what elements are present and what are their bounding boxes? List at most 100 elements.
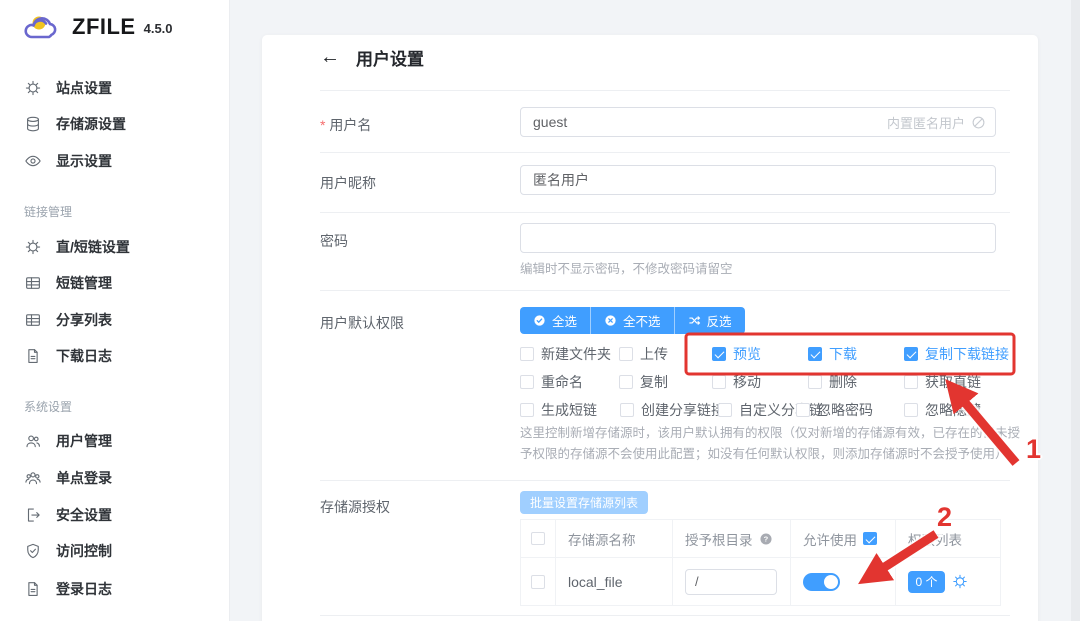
- sidebar-item-shortlink-management[interactable]: 短链管理: [24, 265, 112, 301]
- perm-count-badge[interactable]: 0 个: [908, 571, 945, 593]
- sidebar-item-label: 短链管理: [56, 273, 112, 293]
- sidebar-item-sso[interactable]: 单点登录: [24, 460, 112, 496]
- perm-new-folder[interactable]: 新建文件夹: [520, 344, 611, 364]
- sidebar-item-label: 访问控制: [56, 541, 112, 561]
- users-icon: [24, 432, 42, 450]
- batch-set-storage-button[interactable]: 批量设置存储源列表: [520, 491, 648, 514]
- sidebar-item-security-settings[interactable]: 安全设置: [24, 497, 112, 533]
- sidebar-item-download-log[interactable]: 下载日志: [24, 338, 112, 374]
- shield-check-icon: [24, 542, 42, 560]
- checkbox[interactable]: [796, 403, 810, 417]
- sidebar-item-label: 下载日志: [56, 346, 112, 366]
- perm-copy[interactable]: 复制: [619, 372, 668, 392]
- nickname-input[interactable]: [520, 165, 996, 195]
- allow-all-checkbox[interactable]: [863, 532, 877, 545]
- header-allow-use: 允许使用: [791, 520, 896, 557]
- user-settings-card: ← 用户设置 用户名 内置匿名用户 用户昵称 密码 编辑时不显示密码，不修改密码: [262, 35, 1038, 621]
- sidebar-item-label: 直/短链设置: [56, 237, 130, 257]
- back-button[interactable]: ←: [320, 46, 340, 69]
- perm-direct-link[interactable]: 获取直链: [904, 372, 981, 392]
- storage-table: 存储源名称 授予根目录 ? 允许使用 权限列表 local_file: [520, 519, 1001, 606]
- row-select-cell: [520, 558, 556, 605]
- sidebar: ZFILE 4.5.0 站点设置 存储源设置 显示设置 链接管理 直/短链设置 …: [0, 0, 230, 621]
- invert-selection-button[interactable]: 反选: [674, 307, 745, 334]
- checkbox[interactable]: [718, 403, 732, 417]
- select-none-button[interactable]: 全不选: [590, 307, 674, 334]
- nickname-label: 用户昵称: [320, 173, 376, 193]
- gear-icon[interactable]: [951, 573, 969, 590]
- sidebar-item-label: 单点登录: [56, 468, 112, 488]
- checkbox[interactable]: [904, 375, 918, 389]
- username-input[interactable]: [520, 107, 996, 137]
- checkbox-checked[interactable]: [808, 347, 822, 361]
- perm-ignore-password[interactable]: 忽略密码: [796, 400, 873, 420]
- zfile-admin-screen: ZFILE 4.5.0 站点设置 存储源设置 显示设置 链接管理 直/短链设置 …: [0, 0, 1080, 621]
- perm-copy-download-link[interactable]: 复制下载链接: [904, 344, 1009, 364]
- table-icon: [24, 311, 42, 329]
- perm-download[interactable]: 下载: [808, 344, 857, 364]
- checkbox[interactable]: [808, 375, 822, 389]
- divider: [320, 290, 1010, 291]
- perm-upload[interactable]: 上传: [619, 344, 668, 364]
- divider: [320, 212, 1010, 213]
- logout-icon: [24, 506, 42, 524]
- sidebar-item-share-list[interactable]: 分享列表: [24, 302, 112, 338]
- sidebar-item-login-log[interactable]: 登录日志: [24, 571, 112, 607]
- sidebar-item-site-settings[interactable]: 站点设置: [24, 70, 112, 106]
- row-checkbox[interactable]: [531, 575, 545, 589]
- database-icon: [24, 115, 42, 133]
- perm-move[interactable]: 移动: [712, 372, 761, 392]
- app-version: 4.5.0: [144, 21, 173, 36]
- sidebar-item-access-control[interactable]: 访问控制: [24, 533, 112, 569]
- permission-row-2: 重命名 复制 移动 删除 获取直链: [520, 372, 1020, 390]
- cloud-logo-icon: [22, 12, 64, 42]
- perm-preview[interactable]: 预览: [712, 344, 761, 364]
- sidebar-item-label: 登录日志: [56, 579, 112, 599]
- header-storage-name: 存储源名称: [556, 520, 673, 557]
- allow-use-toggle[interactable]: [803, 573, 840, 591]
- sidebar-item-partial[interactable]: [24, 610, 42, 621]
- sidebar-item-link-settings[interactable]: 直/短链设置: [24, 229, 130, 265]
- checkbox[interactable]: [619, 375, 633, 389]
- checkbox-checked[interactable]: [904, 347, 918, 361]
- question-circle-icon[interactable]: ?: [759, 532, 773, 546]
- storage-table-header: 存储源名称 授予根目录 ? 允许使用 权限列表: [520, 520, 1001, 558]
- app-logo[interactable]: ZFILE 4.5.0: [22, 12, 173, 42]
- sidebar-item-label: 显示设置: [56, 151, 112, 171]
- header-root-dir: 授予根目录 ?: [673, 520, 791, 557]
- page-scrollbar[interactable]: [1071, 0, 1080, 621]
- perm-list-cell: 0 个: [896, 558, 1001, 605]
- checkbox[interactable]: [520, 403, 534, 417]
- checkbox[interactable]: [620, 403, 634, 417]
- sidebar-item-storage-settings[interactable]: 存储源设置: [24, 106, 126, 142]
- checkbox[interactable]: [904, 403, 918, 417]
- sidebar-item-display-settings[interactable]: 显示设置: [24, 143, 112, 179]
- password-help-text: 编辑时不显示密码，不修改密码请留空: [520, 259, 733, 280]
- checkbox[interactable]: [619, 347, 633, 361]
- perm-short-link[interactable]: 生成短链: [520, 400, 597, 420]
- sidebar-item-label: 安全设置: [56, 505, 112, 525]
- select-all-button[interactable]: 全选: [520, 307, 590, 334]
- perm-create-share-link[interactable]: 创建分享链接: [620, 400, 725, 420]
- perm-delete[interactable]: 删除: [808, 372, 857, 392]
- perm-ignore-hidden[interactable]: 忽略隐藏: [904, 400, 981, 420]
- shuffle-icon: [688, 314, 701, 327]
- checkbox-checked[interactable]: [712, 347, 726, 361]
- svg-text:?: ?: [763, 534, 768, 543]
- checkbox[interactable]: [712, 375, 726, 389]
- sidebar-item-user-management[interactable]: 用户管理: [24, 423, 112, 459]
- check-circle-icon: [533, 314, 546, 327]
- header-checkbox[interactable]: [531, 532, 545, 545]
- root-dir-input[interactable]: [685, 569, 777, 595]
- password-input[interactable]: [520, 223, 996, 253]
- checkbox[interactable]: [520, 347, 534, 361]
- divider: [320, 480, 1010, 481]
- checkbox[interactable]: [520, 375, 534, 389]
- permissions-help-text: 这里控制新增存储源时，该用户默认拥有的权限（仅对新增的存储源有效，已存在的但未授…: [520, 423, 1025, 465]
- perm-rename[interactable]: 重命名: [520, 372, 583, 392]
- sidebar-item-label: 分享列表: [56, 310, 112, 330]
- sidebar-section-link-management: 链接管理: [24, 203, 72, 220]
- main-content: ← 用户设置 用户名 内置匿名用户 用户昵称 密码 编辑时不显示密码，不修改密码: [230, 0, 1080, 621]
- username-label: 用户名: [320, 115, 371, 135]
- header-perm-list: 权限列表: [896, 520, 1001, 557]
